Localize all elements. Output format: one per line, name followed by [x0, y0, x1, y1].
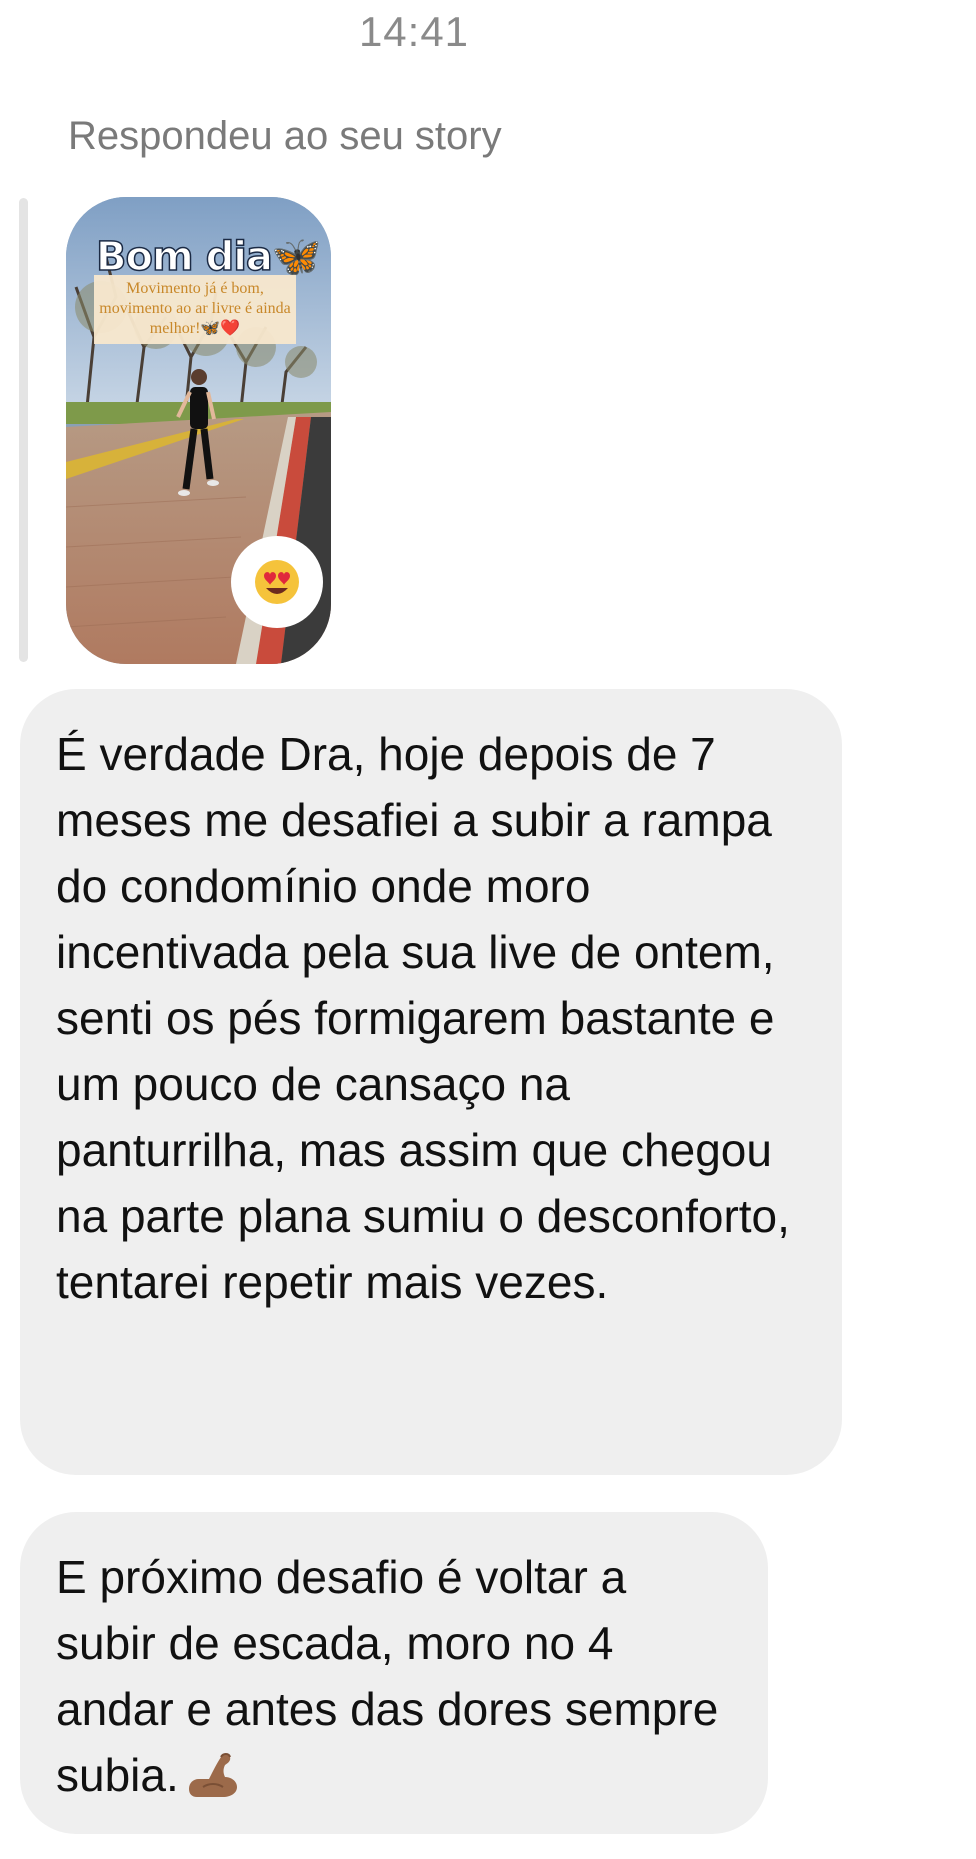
message-text: E próximo desafio é voltar a subir de es…: [56, 1551, 719, 1801]
message-bubble[interactable]: É verdade Dra, hoje depois de 7 meses me…: [20, 689, 842, 1475]
message-timestamp: 14:41: [358, 8, 470, 55]
message-bubble[interactable]: E próximo desafio é voltar a subir de es…: [20, 1512, 768, 1834]
story-thumbnail[interactable]: Bom dia🦋 Movimento já é bom, movimento a…: [66, 197, 331, 664]
story-reaction: [231, 536, 323, 628]
message-text: É verdade Dra, hoje depois de 7 meses me…: [56, 728, 790, 1308]
flexed-biceps-emoji-icon: [183, 1743, 241, 1818]
story-caption: Movimento já é bom, movimento ao ar livr…: [94, 275, 296, 344]
story-reply-label: Respondeu ao seu story: [68, 114, 502, 158]
reply-indicator-bar: [19, 198, 28, 662]
story-title: Bom dia🦋: [95, 233, 322, 281]
heart-eyes-emoji-icon: [255, 560, 299, 604]
